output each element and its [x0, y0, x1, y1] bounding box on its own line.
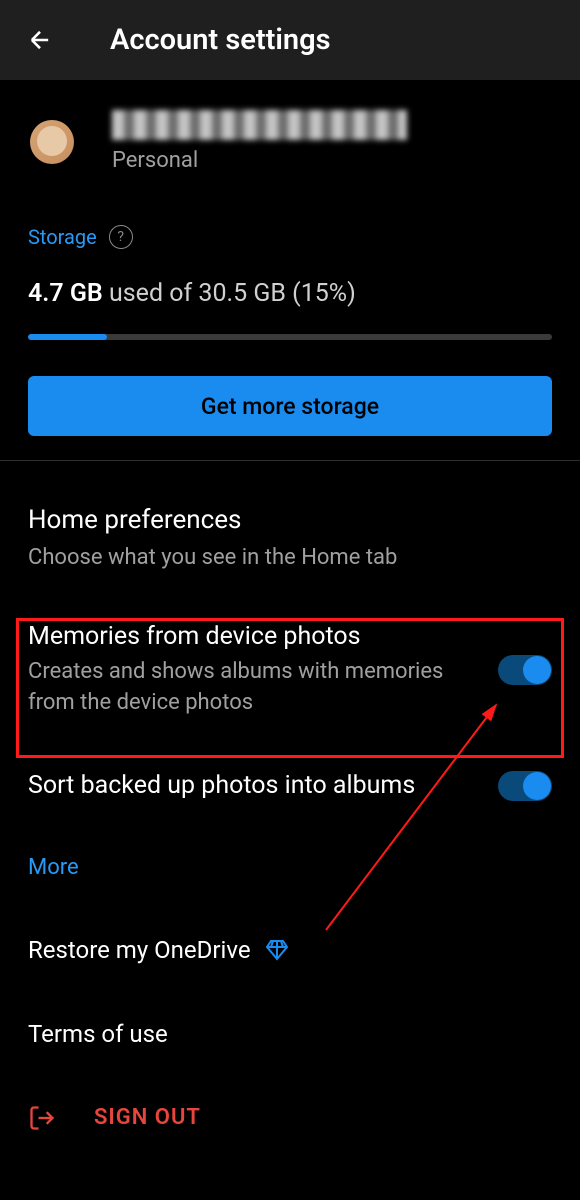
restore-onedrive-row[interactable]: Restore my OneDrive: [0, 908, 580, 992]
memories-setting-row[interactable]: Memories from device photos Creates and …: [0, 596, 580, 745]
storage-section: Storage ? 4.7 GB used of 30.5 GB (15%) G…: [0, 225, 580, 436]
storage-progress-fill: [28, 334, 107, 340]
terms-of-use-row[interactable]: Terms of use: [0, 992, 580, 1076]
help-icon[interactable]: ?: [109, 225, 133, 249]
more-link[interactable]: More: [0, 827, 580, 908]
profile-email-redacted: [112, 110, 407, 140]
profile-section: Personal: [0, 80, 580, 193]
memories-description: Creates and shows albums with memories f…: [28, 657, 482, 719]
page-title: Account settings: [110, 23, 331, 57]
avatar[interactable]: [30, 120, 74, 164]
sort-photos-setting-row[interactable]: Sort backed up photos into albums: [0, 745, 580, 827]
storage-header: Storage ?: [28, 225, 552, 249]
account-type-label: Personal: [112, 148, 407, 173]
premium-diamond-icon: [265, 938, 289, 962]
back-arrow-icon: [26, 26, 54, 54]
storage-total-text: used of 30.5 GB (15%): [109, 279, 356, 308]
memories-title: Memories from device photos: [28, 622, 482, 651]
memories-setting-text: Memories from device photos Creates and …: [28, 622, 482, 719]
restore-label: Restore my OneDrive: [28, 936, 251, 964]
memories-toggle[interactable]: [498, 655, 552, 685]
preferences-title: Home preferences: [28, 505, 552, 535]
storage-progress-bar: [28, 334, 552, 340]
toggle-knob: [523, 656, 551, 684]
home-preferences-section[interactable]: Home preferences Choose what you see in …: [0, 461, 580, 570]
get-more-storage-button[interactable]: Get more storage: [28, 376, 552, 436]
sort-toggle[interactable]: [498, 771, 552, 801]
back-button[interactable]: [20, 20, 60, 60]
storage-usage-text: 4.7 GB used of 30.5 GB (15%): [28, 279, 552, 308]
profile-info: Personal: [112, 110, 407, 173]
sort-setting-text: Sort backed up photos into albums: [28, 771, 482, 800]
sign-out-icon: [28, 1104, 56, 1132]
header-bar: Account settings: [0, 0, 580, 80]
preferences-subtitle: Choose what you see in the Home tab: [28, 545, 552, 570]
storage-label[interactable]: Storage: [28, 225, 97, 249]
storage-used-amount: 4.7 GB: [28, 279, 103, 308]
toggle-knob: [523, 772, 551, 800]
sign-out-row[interactable]: SIGN OUT: [0, 1076, 580, 1160]
sign-out-label: SIGN OUT: [94, 1105, 201, 1130]
sort-title: Sort backed up photos into albums: [28, 771, 482, 800]
